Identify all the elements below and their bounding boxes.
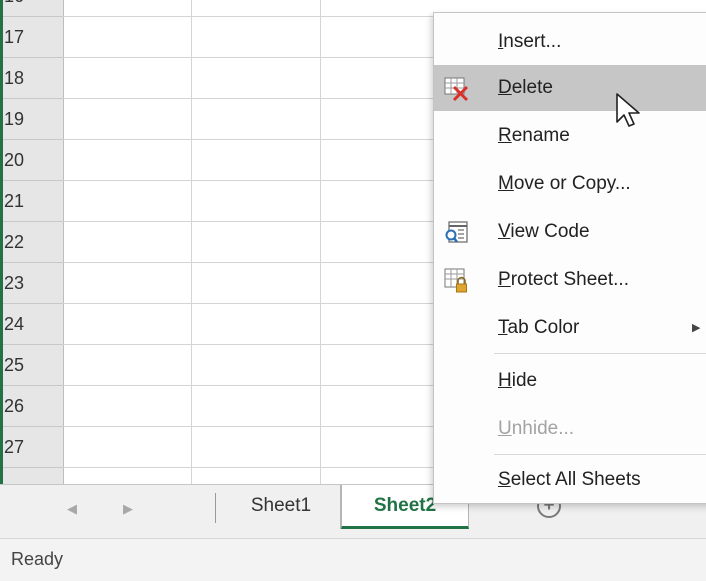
- row-header-25[interactable]: 25: [0, 345, 63, 386]
- menu-item-protect-sheet[interactable]: Protect Sheet...: [434, 257, 706, 303]
- menu-separator: [494, 353, 706, 354]
- submenu-arrow-icon: ▶: [692, 322, 701, 334]
- row-header-22[interactable]: 22: [0, 222, 63, 263]
- row-header-20[interactable]: 20: [0, 140, 63, 181]
- row-header-19[interactable]: 19: [0, 99, 63, 140]
- row-header-16[interactable]: 16: [0, 0, 63, 17]
- row-header-column: 16 17 18 19 20 21 22 23 24 25 26 27: [0, 0, 64, 484]
- sheet-tab-sheet1[interactable]: Sheet1: [222, 485, 341, 529]
- active-row-indicator: [0, 0, 3, 484]
- menu-item-rename[interactable]: Rename: [434, 113, 706, 159]
- menu-item-label: Protect Sheet...: [498, 269, 629, 290]
- menu-item-tab-color[interactable]: Tab Color ▶: [434, 305, 706, 351]
- sheet-context-menu: Insert... Delete Rename Move or Copy...: [433, 12, 706, 504]
- row-header-17[interactable]: 17: [0, 17, 63, 58]
- menu-item-insert[interactable]: Insert...: [434, 19, 706, 65]
- status-bar: Ready: [0, 538, 706, 581]
- status-text: Ready: [11, 549, 64, 569]
- menu-item-label: Rename: [498, 125, 570, 146]
- gridline: [191, 0, 192, 484]
- menu-item-label: Select All Sheets: [498, 469, 641, 490]
- menu-item-label: Insert...: [498, 31, 562, 52]
- gridline: [320, 0, 321, 484]
- menu-item-label: Delete: [498, 77, 553, 98]
- mouse-pointer-icon: [616, 93, 640, 127]
- row-header-23[interactable]: 23: [0, 263, 63, 304]
- row-header-18[interactable]: 18: [0, 58, 63, 99]
- view-code-icon: [445, 221, 468, 243]
- row-header-26[interactable]: 26: [0, 386, 63, 427]
- menu-item-label: Hide: [498, 370, 538, 391]
- menu-item-label: Tab Color: [498, 317, 580, 338]
- menu-item-select-all-sheets[interactable]: Select All Sheets: [434, 457, 706, 503]
- menu-item-label: Move or Copy...: [498, 173, 631, 194]
- delete-sheet-icon: [444, 77, 469, 102]
- scroll-tabs-left-button[interactable]: ◀: [67, 501, 77, 517]
- menu-item-delete[interactable]: Delete: [434, 65, 706, 111]
- menu-separator: [494, 454, 706, 455]
- protect-sheet-icon: [444, 268, 467, 293]
- tab-divider: [215, 493, 216, 523]
- scroll-tabs-right-button[interactable]: ▶: [123, 501, 133, 517]
- menu-item-unhide: Unhide...: [434, 406, 706, 452]
- menu-item-view-code[interactable]: View Code: [434, 209, 706, 255]
- menu-item-label: Unhide...: [498, 418, 575, 439]
- menu-item-move-or-copy[interactable]: Move or Copy...: [434, 161, 706, 207]
- row-header-27[interactable]: 27: [0, 427, 63, 468]
- menu-item-label: View Code: [498, 221, 590, 242]
- row-header-21[interactable]: 21: [0, 181, 63, 222]
- row-header-24[interactable]: 24: [0, 304, 63, 345]
- menu-item-hide[interactable]: Hide: [434, 358, 706, 404]
